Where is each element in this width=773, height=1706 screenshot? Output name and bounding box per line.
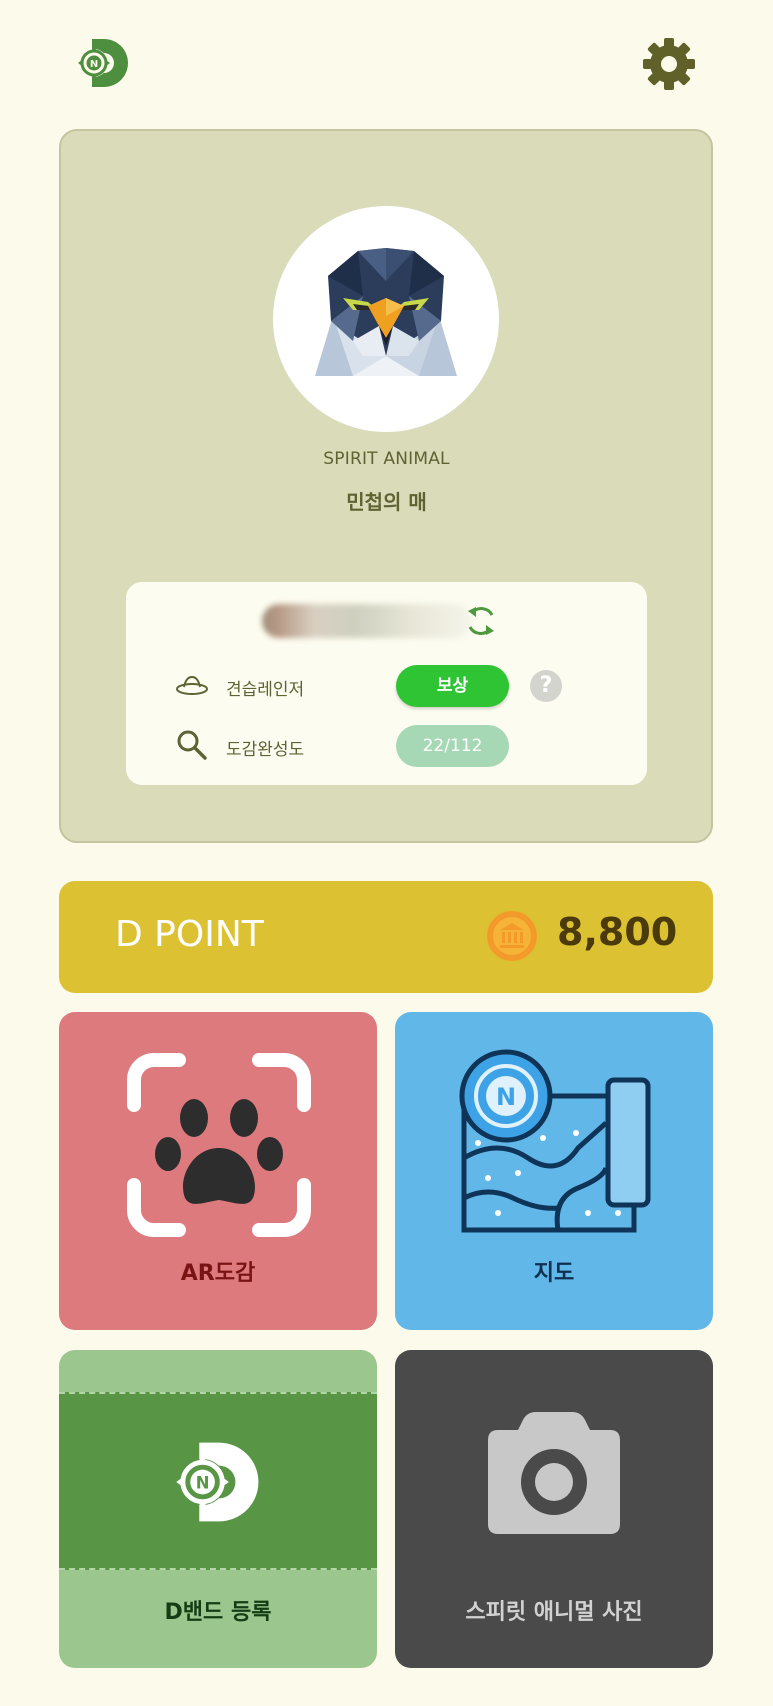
collection-progress[interactable]: 22/112 bbox=[396, 725, 509, 767]
spirit-animal-name: 민첩의 매 bbox=[346, 490, 427, 514]
reward-button[interactable]: 보상 bbox=[396, 665, 509, 707]
gear-icon[interactable] bbox=[640, 35, 698, 93]
search-icon bbox=[174, 727, 210, 763]
coin-icon bbox=[486, 910, 538, 962]
refresh-icon[interactable] bbox=[464, 601, 498, 641]
paw-scan-icon bbox=[124, 1050, 314, 1240]
svg-text:N: N bbox=[90, 59, 98, 70]
ranger-hat-icon bbox=[174, 667, 210, 703]
dpoint-label: D POINT bbox=[115, 914, 264, 955]
d-band-logo-icon: N bbox=[173, 1434, 265, 1530]
falcon-avatar-icon[interactable] bbox=[273, 206, 499, 432]
map-label: 지도 bbox=[533, 1261, 575, 1286]
svg-text:N: N bbox=[496, 1083, 516, 1111]
d-band-logo-icon[interactable]: N bbox=[76, 35, 132, 91]
blurred-nickname bbox=[262, 604, 472, 638]
help-button[interactable]: ? bbox=[530, 670, 562, 702]
collection-label: 도감완성도 bbox=[226, 740, 305, 760]
map-icon: N bbox=[458, 1048, 654, 1238]
spirit-photo-label: 스피릿 애니멀 사진 bbox=[465, 1600, 643, 1625]
dband-register-label: D밴드 등록 bbox=[164, 1600, 272, 1625]
dpoint-value: 8,800 bbox=[557, 910, 678, 954]
camera-icon bbox=[484, 1412, 624, 1538]
spirit-animal-caption: SPIRIT ANIMAL bbox=[323, 449, 450, 469]
rank-label: 견습레인저 bbox=[226, 680, 305, 700]
ar-collection-label: AR도감 bbox=[180, 1261, 256, 1286]
svg-text:N: N bbox=[196, 1474, 210, 1493]
